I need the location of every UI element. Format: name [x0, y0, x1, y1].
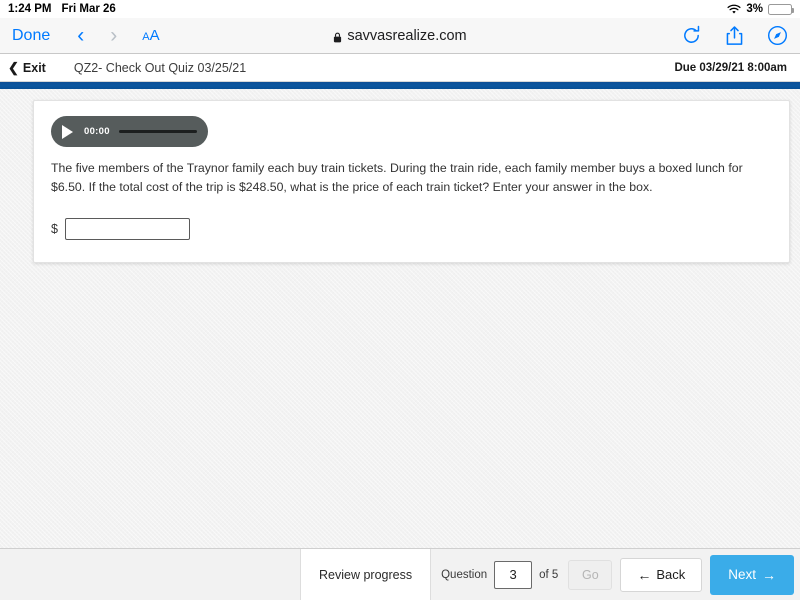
next-button[interactable]: Next →: [710, 554, 794, 595]
browser-toolbar: Done ‹ › AA savvasrealize.com: [0, 18, 800, 54]
dollar-prefix: $: [51, 222, 58, 237]
question-number-input[interactable]: [494, 560, 533, 589]
due-date: Due 03/29/21 8:00am: [674, 61, 787, 74]
audio-time: 00:00: [84, 126, 110, 137]
status-date: Fri Mar 26: [61, 3, 116, 15]
screen-root: 1:24 PM Fri Mar 26 3% Done ‹ › AA savvas…: [0, 0, 800, 600]
question-text: The five members of the Traynor family e…: [51, 161, 743, 195]
exit-button[interactable]: ❮ Exit: [8, 60, 46, 76]
browser-forward-icon[interactable]: ›: [97, 25, 130, 46]
battery-percent: 3%: [746, 3, 763, 15]
status-time: 1:24 PM: [8, 3, 52, 15]
reload-icon[interactable]: [681, 25, 702, 46]
quiz-navigation-bar: Review progress Question of 5 Go ← Back …: [0, 548, 800, 600]
answer-row: $: [51, 218, 776, 241]
quiz-title: QZ2- Check Out Quiz 03/25/21: [73, 60, 247, 75]
audio-player[interactable]: 00:00: [51, 116, 208, 147]
text-size-small-label: A: [142, 31, 150, 43]
back-label: Back: [656, 567, 686, 582]
status-bar-right: 3%: [727, 3, 794, 15]
quiz-header: ❮ Exit QZ2- Check Out Quiz 03/25/21 Due …: [0, 54, 800, 82]
go-button[interactable]: Go: [568, 559, 613, 590]
question-card: 00:00 The five members of the Traynor fa…: [33, 100, 790, 264]
ios-status-bar: 1:24 PM Fri Mar 26 3%: [0, 0, 800, 18]
compass-icon[interactable]: [767, 25, 788, 46]
share-icon[interactable]: [724, 25, 745, 46]
text-size-large-label: A: [149, 27, 160, 44]
content-area: 00:00 The five members of the Traynor fa…: [0, 89, 800, 548]
play-icon[interactable]: [62, 124, 73, 139]
url-text: savvasrealize.com: [347, 27, 467, 44]
next-label: Next: [728, 567, 756, 582]
url-bar[interactable]: savvasrealize.com: [333, 27, 467, 44]
wifi-icon: [727, 4, 741, 15]
done-button[interactable]: Done: [12, 27, 64, 45]
question-label: Question: [441, 568, 488, 581]
total-questions-label: of 5: [539, 568, 559, 581]
arrow-left-icon: ←: [637, 566, 652, 583]
back-button[interactable]: ← Back: [620, 557, 703, 592]
battery-icon: [768, 3, 794, 15]
chevron-left-icon: ❮: [8, 59, 19, 75]
exit-label: Exit: [22, 60, 46, 75]
browser-toolbar-right: [681, 25, 788, 46]
question-number-group: Question of 5: [431, 549, 568, 600]
lock-icon: [333, 30, 342, 43]
text-size-button[interactable]: AA: [130, 27, 171, 44]
answer-input[interactable]: [64, 218, 190, 241]
review-progress-button[interactable]: Review progress: [300, 549, 432, 600]
arrow-right-icon: →: [762, 566, 776, 583]
audio-progress-bar[interactable]: [118, 130, 197, 133]
status-bar-left: 1:24 PM Fri Mar 26: [8, 3, 116, 15]
browser-back-icon[interactable]: ‹: [64, 25, 97, 46]
